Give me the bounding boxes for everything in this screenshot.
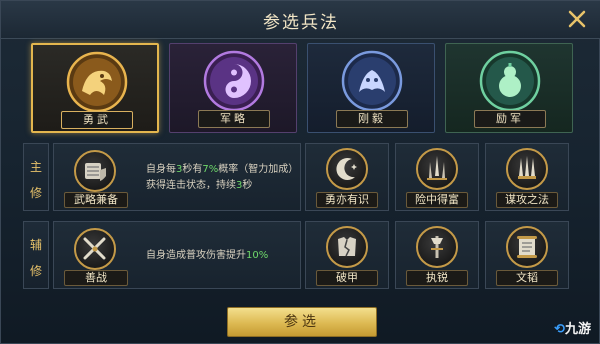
confirm-button[interactable]: 参选 (227, 307, 377, 337)
tactic-icon-wrapper (74, 150, 116, 192)
main-tactic-desc: 自身每3秒有7%概率（智力加成）获得连击状态，持续3秒 (146, 164, 294, 191)
halberd-icon (431, 236, 443, 258)
crescent-moon-icon (336, 158, 357, 181)
aux-tactic-row: 辅 修 善战 自身造成普攻伤害提升10% 破甲 执锐 文韬 (23, 221, 579, 289)
option-slot-yongyiyoushi[interactable]: 勇亦有识 (305, 143, 389, 211)
category-label: 军略 (198, 110, 270, 128)
aux-tactic-slot[interactable]: 善战 自身造成普攻伤害提升10% (53, 221, 301, 289)
category-card-yongwu[interactable]: 勇武 (31, 43, 159, 133)
aux-tactic-desc: 自身造成普攻伤害提升10% (146, 250, 269, 261)
tactic-icon-wrapper (326, 148, 368, 190)
option-slot-mougongzhifa[interactable]: 谋攻之法 (485, 143, 569, 211)
tactic-icon-wrapper (506, 148, 548, 190)
main-tactic-slot[interactable]: 武略兼备 自身每3秒有7%概率（智力加成）获得连击状态，持续3秒 (53, 143, 301, 211)
option-label: 破甲 (316, 270, 378, 286)
crossed-swords-icon (83, 237, 106, 260)
main-tactic-name: 武略兼备 (64, 192, 128, 208)
aux-row-label: 辅 修 (23, 221, 49, 289)
tactic-icon-wrapper (74, 228, 116, 270)
tactic-icon-wrapper (326, 226, 368, 268)
dragon-emblem-icon (66, 51, 128, 113)
category-card-junlue[interactable]: 军略 (169, 43, 297, 133)
main-tactic-row: 主 修 武略兼备 自身每3秒有7%概率（智力加成）获得连击状态，持续3秒 勇亦有… (23, 143, 579, 211)
gourd-emblem-icon (479, 50, 541, 112)
option-slot-xianzhongdefu[interactable]: 险中得富 (395, 143, 479, 211)
option-slot-zhirui[interactable]: 执锐 (395, 221, 479, 289)
close-icon[interactable] (565, 7, 589, 31)
watermark-logo: ⟲九游 (554, 322, 591, 337)
armor-shield-icon (85, 163, 106, 181)
title-bar: 参选兵法 (1, 1, 600, 39)
tactic-icon-wrapper (416, 148, 458, 190)
category-label: 励军 (474, 110, 546, 128)
three-swords-icon (518, 156, 536, 179)
tactic-icon-wrapper (416, 226, 458, 268)
option-label: 谋攻之法 (496, 192, 558, 208)
category-card-lijun[interactable]: 励军 (445, 43, 573, 133)
option-label: 执锐 (406, 270, 468, 286)
war-tactic-panel: 参选兵法 勇武 军略 刚毅 励军 主 修 武略兼备 自身每3秒有7%概率（智力加… (0, 0, 600, 344)
tactic-icon-wrapper (506, 226, 548, 268)
three-blades-icon (427, 156, 447, 180)
option-label: 险中得富 (406, 192, 468, 208)
aux-tactic-name: 善战 (64, 270, 128, 286)
category-card-gangyi[interactable]: 刚毅 (307, 43, 435, 133)
category-label: 刚毅 (336, 110, 408, 128)
yin-yang-emblem-icon (203, 50, 265, 112)
category-cards: 勇武 军略 刚毅 励军 (31, 43, 573, 133)
panel-title: 参选兵法 (263, 13, 339, 33)
broken-armor-icon (338, 237, 356, 257)
scroll-icon (517, 236, 537, 258)
option-label: 文韬 (496, 270, 558, 286)
option-label: 勇亦有识 (316, 192, 378, 208)
beast-emblem-icon (341, 50, 403, 112)
option-slot-pojia[interactable]: 破甲 (305, 221, 389, 289)
category-label: 勇武 (61, 111, 133, 129)
option-slot-wentao[interactable]: 文韬 (485, 221, 569, 289)
main-row-label: 主 修 (23, 143, 49, 211)
